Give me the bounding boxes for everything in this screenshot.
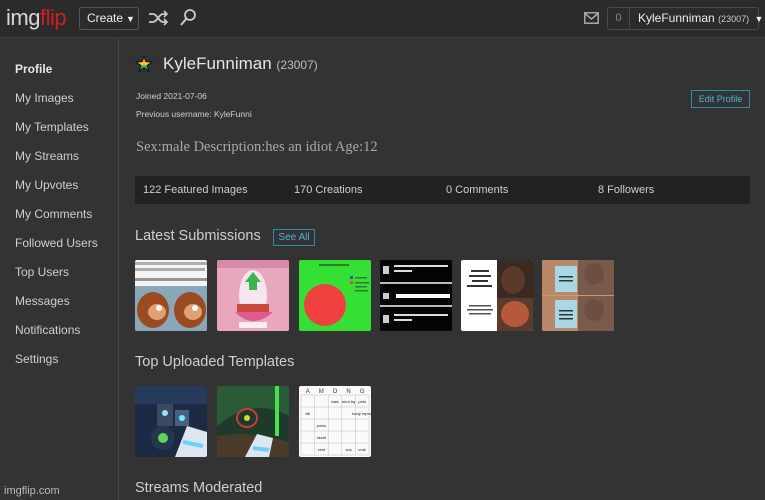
stats-bar: 122 Featured Images 170 Creations 0 Comm… xyxy=(135,176,750,204)
previous-username: Previous username: KyleFunni xyxy=(136,109,252,119)
bingo-cell: vote xyxy=(358,447,366,452)
bingo-letter: O xyxy=(333,389,338,395)
sidebar-item-profile[interactable]: Profile xyxy=(15,62,52,76)
bingo-cell: body report xyxy=(352,411,371,416)
shuffle-icon[interactable] xyxy=(147,9,169,27)
caret-down-icon: ▼ xyxy=(126,14,135,24)
template-thumb-slime-rancher-circle[interactable] xyxy=(217,386,289,457)
sidebar-item-my-images[interactable]: My Images xyxy=(15,91,74,105)
sidebar-item-notifications[interactable]: Notifications xyxy=(15,323,80,337)
bingo-cell: vent xyxy=(318,447,326,452)
footer-site-link[interactable]: imgflip.com xyxy=(4,485,60,497)
sidebar: Profile My Images My Templates My Stream… xyxy=(0,39,119,500)
stat-featured-images[interactable]: 122 Featured Images xyxy=(143,184,248,196)
submission-thumb-monkey-puppet[interactable] xyxy=(135,260,207,331)
template-thumb-among-us-bingo[interactable]: A M O N Gtask mira hq pets kill body report polus… xyxy=(299,386,371,457)
rainbow-star-icon xyxy=(135,55,153,73)
bingo-cell: task xyxy=(331,399,338,404)
sidebar-item-followed-users[interactable]: Followed Users xyxy=(15,236,98,250)
profile-main: KyleFunniman (23007) Joined 2021-07-06 P… xyxy=(120,39,765,500)
notification-count[interactable]: 0 xyxy=(607,7,629,30)
stat-followers[interactable]: 8 Followers xyxy=(598,184,654,196)
imgflip-logo[interactable]: imgflip xyxy=(6,6,67,30)
bingo-cell: pets xyxy=(358,399,366,404)
sidebar-item-my-upvotes[interactable]: My Upvotes xyxy=(15,178,78,192)
profile-username: KyleFunniman (23007) xyxy=(163,54,318,73)
sidebar-item-settings[interactable]: Settings xyxy=(15,352,58,366)
see-all-button[interactable]: See All xyxy=(273,229,315,246)
bingo-letter: G xyxy=(360,389,365,395)
create-dropdown-button[interactable]: Create ▼ xyxy=(79,7,139,30)
profile-bio: Sex:male Description:hes an idiot Age:12 xyxy=(136,139,378,155)
submission-thumb-pie-chart[interactable] xyxy=(299,260,371,331)
search-icon[interactable] xyxy=(179,8,197,28)
latest-submissions-heading: Latest Submissions xyxy=(135,228,261,244)
bingo-letter: N xyxy=(346,389,350,395)
user-menu-button[interactable]: KyleFunniman (23007) ▼ xyxy=(629,7,763,30)
caret-down-icon: ▼ xyxy=(754,14,764,24)
bingo-cell: mira hq xyxy=(342,399,355,404)
bingo-cell: polus xyxy=(317,423,327,428)
bingo-cell: sus xyxy=(345,447,351,452)
bingo-letter: A xyxy=(306,389,310,395)
sidebar-item-messages[interactable]: Messages xyxy=(15,294,70,308)
sidebar-item-my-streams[interactable]: My Streams xyxy=(15,149,79,163)
top-templates-heading: Top Uploaded Templates xyxy=(135,354,295,370)
sidebar-item-top-users[interactable]: Top Users xyxy=(15,265,69,279)
submission-thumb-gru-plan[interactable] xyxy=(542,260,614,331)
stat-comments[interactable]: 0 Comments xyxy=(446,184,508,196)
sidebar-item-my-comments[interactable]: My Comments xyxy=(15,207,92,221)
bingo-letter: M xyxy=(319,389,324,395)
template-thumb-slime-rancher-gun[interactable] xyxy=(135,386,207,457)
edit-profile-button[interactable]: Edit Profile xyxy=(691,90,750,108)
stat-creations[interactable]: 170 Creations xyxy=(294,184,363,196)
submission-thumb-pink-character[interactable] xyxy=(217,260,289,331)
bingo-cell: kill xyxy=(305,411,310,416)
submission-thumb-everyone-deserves-mercy[interactable] xyxy=(380,260,452,331)
joined-date: Joined 2021-07-06 xyxy=(136,91,207,101)
bingo-cell: skeld xyxy=(317,435,326,440)
top-navbar: imgflip Create ▼ 0 KyleFunniman (23007) ▼ xyxy=(0,0,765,38)
submission-thumb-when-you-dream[interactable] xyxy=(461,260,533,331)
streams-moderated-heading: Streams Moderated xyxy=(135,480,263,496)
sidebar-item-my-templates[interactable]: My Templates xyxy=(15,120,89,134)
mail-icon[interactable] xyxy=(584,12,599,24)
